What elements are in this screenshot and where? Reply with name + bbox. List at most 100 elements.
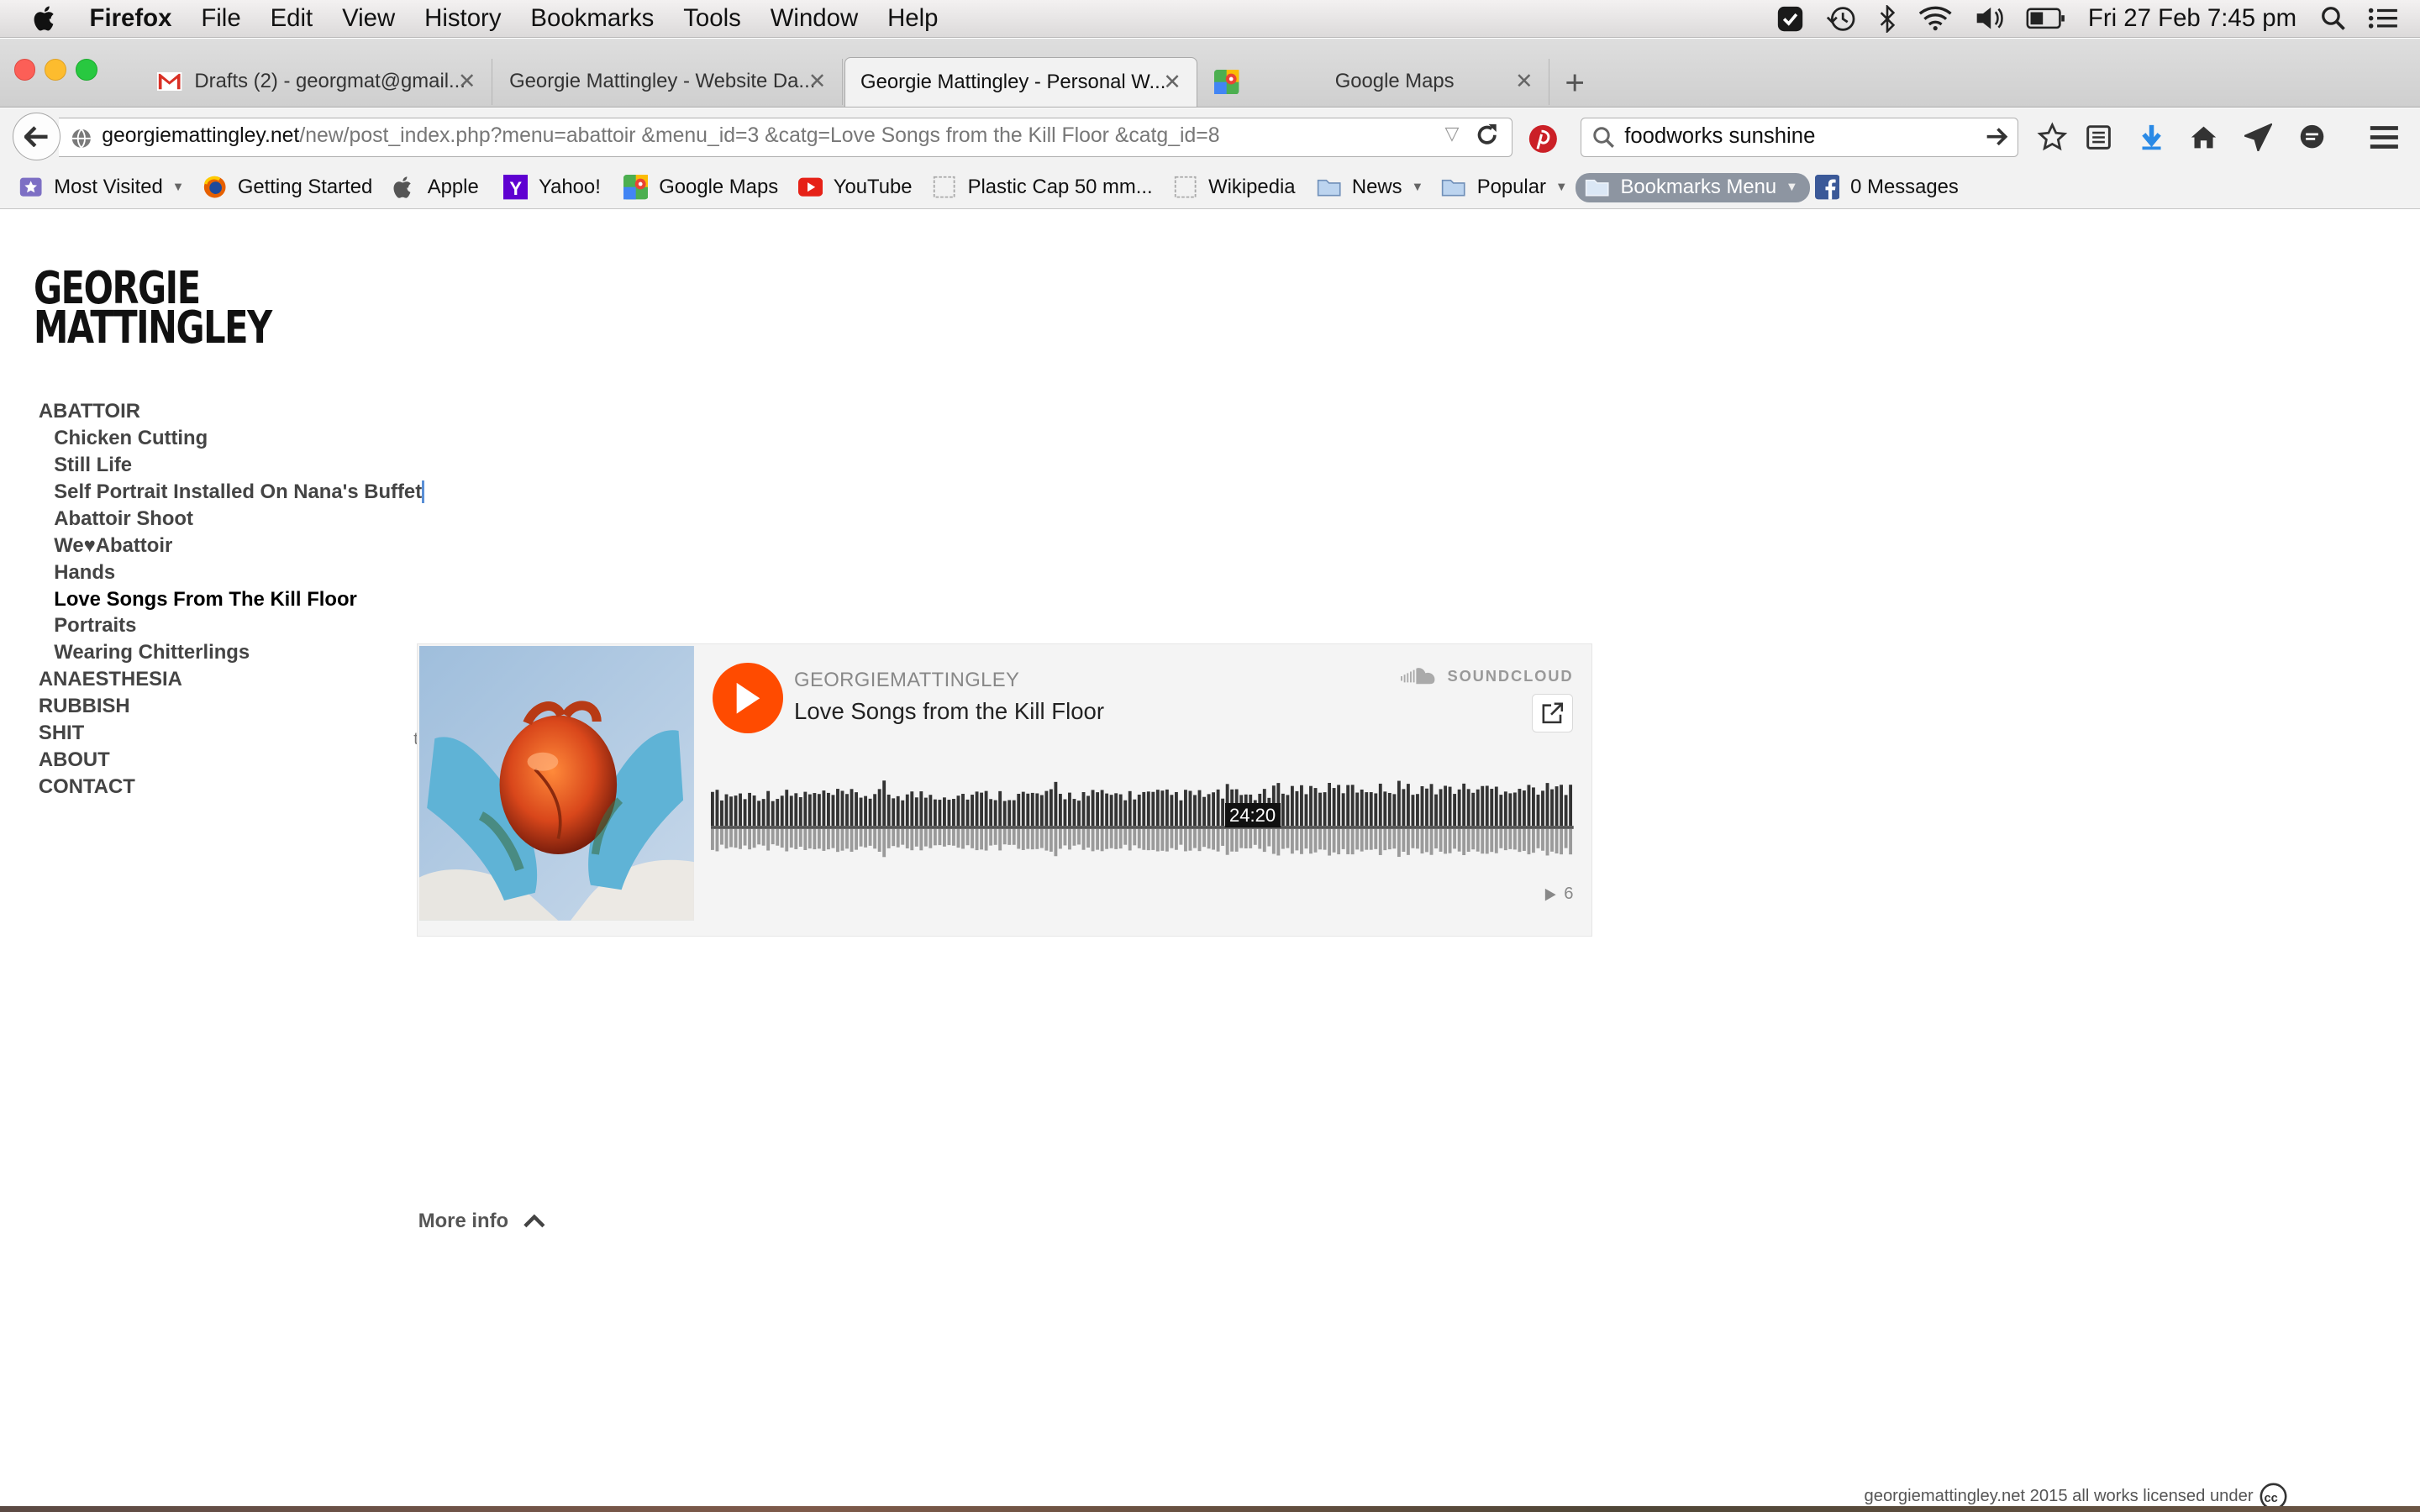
bookmark-folder-popular[interactable]: Popular ▼: [1441, 173, 1568, 202]
nav-item-hands[interactable]: Hands: [39, 559, 424, 586]
track-title[interactable]: Love Songs from the Kill Floor: [794, 698, 1104, 725]
search-icon: [1592, 126, 1616, 156]
soundcloud-brand-link[interactable]: SOUNDCLOUD: [1401, 667, 1573, 685]
menu-tools[interactable]: Tools: [683, 4, 741, 33]
bookmark-yahoo[interactable]: Y Yahoo!: [502, 173, 601, 202]
bookmark-youtube[interactable]: YouTube: [797, 173, 913, 202]
time-machine-icon[interactable]: [1826, 5, 1857, 33]
tab-google-maps[interactable]: Google Maps ✕: [1199, 58, 1550, 105]
site-logo[interactable]: GEORGIE MATTINGLEY: [34, 265, 272, 354]
hamburger-menu-icon[interactable]: [2369, 122, 2400, 153]
menu-app-name[interactable]: Firefox: [90, 4, 172, 33]
play-count: 6: [1544, 885, 1573, 904]
menu-help[interactable]: Help: [887, 4, 938, 33]
logo-line-2: MATTINGLEY: [34, 302, 272, 354]
nav-item-wearing-chitterlings[interactable]: Wearing Chitterlings: [39, 639, 424, 666]
nav-item-abattoir-shoot[interactable]: Abattoir Shoot: [39, 506, 424, 533]
play-button[interactable]: [712, 662, 784, 734]
bookmark-google-maps[interactable]: Google Maps: [623, 173, 778, 202]
bluetooth-icon[interactable]: [1878, 4, 1897, 33]
home-icon[interactable]: [2188, 122, 2219, 153]
chat-icon[interactable]: [2296, 122, 2328, 153]
bookmark-most-visited[interactable]: Most Visited ▼: [18, 173, 184, 202]
search-input[interactable]: foodworks sunshine: [1624, 124, 1815, 149]
bookmark-plastic-cap[interactable]: Plastic Cap 50 mm...: [932, 173, 1153, 202]
waveform[interactable]: [710, 752, 1574, 866]
wifi-icon[interactable]: [1918, 6, 1952, 31]
nav-contact[interactable]: CONTACT: [39, 774, 424, 801]
track-duration: 24:20: [1224, 803, 1281, 828]
nav-item-love-songs-current[interactable]: Love Songs From The Kill Floor: [39, 586, 424, 613]
yahoo-icon: Y: [502, 175, 529, 200]
evernote-icon[interactable]: [1776, 5, 1804, 33]
close-tab-icon[interactable]: ✕: [458, 69, 476, 94]
share-button[interactable]: [1531, 693, 1574, 732]
folder-icon: [1441, 175, 1466, 199]
spotlight-search-icon[interactable]: [2321, 6, 2346, 31]
menu-file[interactable]: File: [201, 4, 240, 33]
back-button[interactable]: [12, 113, 60, 161]
bookmark-label: Popular: [1476, 176, 1546, 199]
zoom-window-button[interactable]: [75, 58, 97, 81]
nav-about[interactable]: ABOUT: [39, 747, 424, 774]
url-text[interactable]: georgiemattingley.net/new/post_index.php…: [102, 124, 1219, 148]
bookmark-wikipedia[interactable]: Wikipedia: [1173, 173, 1296, 202]
reading-list-icon[interactable]: [2084, 122, 2115, 153]
track-artist[interactable]: GEORGIEMATTINGLEY: [794, 669, 1019, 692]
bookmark-apple[interactable]: Apple: [392, 173, 479, 202]
nav-item-portraits[interactable]: Portraits: [39, 612, 424, 639]
globe-icon: [72, 128, 92, 149]
firefox-icon: [203, 175, 227, 199]
nav-item-we-love-abattoir[interactable]: We♥Abattoir: [39, 533, 424, 559]
minimize-window-button[interactable]: [45, 58, 67, 81]
tab-website-dashboard[interactable]: Georgie Mattingley - Website Da... ✕: [494, 58, 843, 105]
close-tab-icon[interactable]: ✕: [1163, 70, 1181, 95]
url-bar[interactable]: georgiemattingley.net/new/post_index.php…: [58, 117, 1512, 158]
nav-anaesthesia[interactable]: ANAESTHESIA: [39, 666, 424, 693]
tab-gmail-drafts[interactable]: Drafts (2) - georgmat@gmail... ✕: [142, 58, 492, 105]
menu-history[interactable]: History: [424, 4, 501, 33]
menu-view[interactable]: View: [342, 4, 395, 33]
tab-personal-website[interactable]: Georgie Mattingley - Personal W... ✕: [844, 56, 1198, 107]
most-visited-icon: [18, 175, 43, 199]
bookmark-facebook-messages[interactable]: 0 Messages: [1814, 173, 1959, 202]
downloads-icon[interactable]: [2136, 122, 2167, 153]
volume-icon[interactable]: [1974, 6, 2005, 30]
chevron-down-icon: ▼: [1786, 181, 1798, 195]
close-tab-icon[interactable]: ✕: [808, 69, 827, 94]
close-tab-icon[interactable]: ✕: [1515, 69, 1534, 94]
bookmark-star-icon[interactable]: [2037, 122, 2068, 153]
nav-item-self-portrait[interactable]: Self Portrait Installed On Nana's Buffet: [39, 479, 425, 506]
url-history-dropdown-icon[interactable]: ▽: [1445, 123, 1460, 144]
nav-item-chicken-cutting[interactable]: Chicken Cutting: [39, 425, 424, 452]
more-info-toggle[interactable]: More info: [418, 1210, 545, 1233]
nav-rubbish[interactable]: RUBBISH: [39, 693, 424, 720]
reload-icon[interactable]: [1475, 123, 1499, 154]
desktop-edge: [0, 1505, 2420, 1512]
bookmark-folder-news[interactable]: News ▼: [1317, 173, 1423, 202]
menu-window[interactable]: Window: [771, 4, 858, 33]
search-go-icon[interactable]: [1984, 124, 2008, 155]
notification-center-icon[interactable]: [2368, 6, 2399, 30]
nav-item-still-life[interactable]: Still Life: [39, 452, 424, 479]
apple-menu-icon[interactable]: [34, 5, 58, 31]
track-artwork[interactable]: [418, 645, 694, 921]
new-tab-button[interactable]: +: [1565, 63, 1585, 102]
pinterest-icon[interactable]: [1528, 123, 1559, 161]
menu-bookmarks[interactable]: Bookmarks: [530, 4, 654, 33]
folder-icon: [1317, 175, 1341, 199]
battery-icon[interactable]: [2026, 8, 2066, 29]
search-bar[interactable]: foodworks sunshine: [1580, 117, 2019, 158]
menu-clock[interactable]: Fri 27 Feb 7:45 pm: [2088, 4, 2296, 33]
menu-edit[interactable]: Edit: [271, 4, 313, 33]
send-icon[interactable]: [2243, 122, 2274, 153]
bookmark-folder-bookmarks-menu[interactable]: Bookmarks Menu ▼: [1576, 172, 1811, 202]
bookmark-getting-started[interactable]: Getting Started: [203, 173, 372, 202]
url-path: /new/post_index.php?menu=abattoir &menu_…: [299, 123, 1220, 147]
nav-abattoir[interactable]: ABATTOIR: [39, 398, 424, 425]
close-window-button[interactable]: [13, 58, 36, 81]
nav-shit[interactable]: SHIT: [39, 720, 424, 747]
chevron-down-icon: ▼: [171, 181, 185, 195]
soundcloud-brand: SOUNDCLOUD: [1447, 667, 1574, 685]
bookmark-label: Most Visited: [54, 176, 163, 199]
